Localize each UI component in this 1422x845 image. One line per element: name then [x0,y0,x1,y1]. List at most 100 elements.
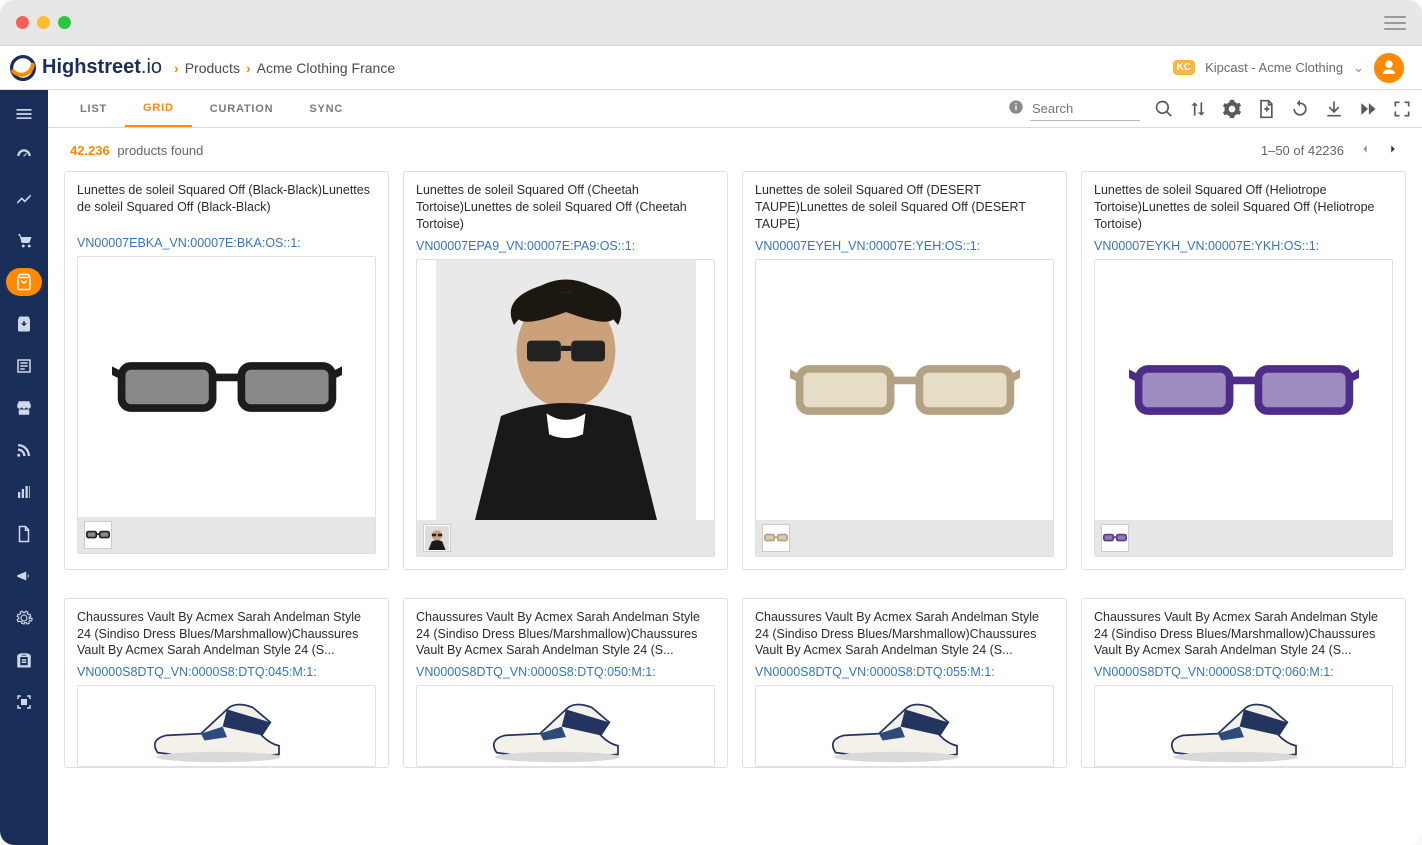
breadcrumb-products[interactable]: Products [185,60,240,76]
breadcrumb: › Products › Acme Clothing France [174,60,395,76]
tab-bar: LIST GRID CURATION SYNC [48,90,1422,128]
thumbnail-strip [417,520,714,556]
product-title: Lunettes de soleil Squared Off (Heliotro… [1094,182,1393,233]
download-icon[interactable] [1324,99,1344,119]
org-badge: KC [1173,60,1195,75]
product-image[interactable] [78,257,375,517]
breadcrumb-current: Acme Clothing France [257,60,396,76]
chevron-down-icon[interactable]: ⌄ [1353,60,1364,76]
product-title: Lunettes de soleil Squared Off (Cheetah … [416,182,715,233]
app-window: Highstreet.io › Products › Acme Clothing… [0,0,1422,845]
thumbnail[interactable] [84,521,112,549]
product-title: Chaussures Vault By Acmex Sarah Andelman… [77,609,376,660]
sidebar-item-returns[interactable] [10,310,38,338]
sidebar-item-campaigns[interactable] [10,562,38,590]
tab-grid[interactable]: GRID [125,90,192,127]
maximize-window-button[interactable] [58,16,71,29]
results-count: 42.236 [70,143,110,158]
sidebar-item-reports[interactable] [10,478,38,506]
note-add-icon[interactable] [1256,99,1276,119]
thumbnail-strip [78,517,375,553]
product-card[interactable]: Lunettes de soleil Squared Off (DESERT T… [742,171,1067,570]
pager: 1–50 of 42236 [1261,142,1400,159]
product-card[interactable]: Lunettes de soleil Squared Off (Heliotro… [1081,171,1406,570]
product-sku: VN00007EPA9_VN:00007E:PA9:OS::1: [416,239,715,253]
product-image-frame [755,259,1054,557]
chevron-right-icon: › [246,60,251,76]
chevron-right-icon: › [174,60,179,76]
product-image[interactable] [417,260,714,520]
product-card[interactable]: Chaussures Vault By Acmex Sarah Andelman… [1081,598,1406,769]
product-sku: VN0000S8DTQ_VN:0000S8:DTQ:045:M:1: [77,665,376,679]
next-page-button[interactable] [1386,142,1400,159]
product-grid[interactable]: Lunettes de soleil Squared Off (Black-Bl… [48,167,1422,845]
sidebar-item-articles[interactable] [10,352,38,380]
sidebar-item-analytics[interactable] [10,184,38,212]
product-card[interactable]: Chaussures Vault By Acmex Sarah Andelman… [403,598,728,769]
product-image[interactable] [756,260,1053,520]
sidebar-item-clipboard[interactable] [10,646,38,674]
product-sku: VN0000S8DTQ_VN:0000S8:DTQ:060:M:1: [1094,665,1393,679]
results-header: 42.236 products found 1–50 of 42236 [48,128,1422,167]
search-icon[interactable] [1154,99,1174,119]
sidebar-item-cart[interactable] [10,226,38,254]
traffic-lights [16,16,71,29]
product-image[interactable] [756,686,1053,766]
info-icon[interactable] [1008,99,1024,118]
minimize-window-button[interactable] [37,16,50,29]
sidebar-toggle-icon[interactable] [10,100,38,128]
thumbnail[interactable] [762,524,790,552]
product-card[interactable]: Lunettes de soleil Squared Off (Black-Bl… [64,171,389,570]
sort-icon[interactable] [1188,99,1208,119]
product-sku: VN0000S8DTQ_VN:0000S8:DTQ:055:M:1: [755,665,1054,679]
tab-list[interactable]: LIST [62,90,125,127]
product-image-frame [1094,685,1393,767]
sidebar-item-files[interactable] [10,520,38,548]
tab-curation[interactable]: CURATION [192,90,292,127]
search-input[interactable] [1030,97,1140,121]
product-title: Lunettes de soleil Squared Off (Black-Bl… [77,182,376,230]
window-chrome [0,0,1422,46]
product-sku: VN0000S8DTQ_VN:0000S8:DTQ:050:M:1: [416,665,715,679]
fast-forward-icon[interactable] [1358,99,1378,119]
prev-page-button[interactable] [1358,142,1372,159]
content: LIST GRID CURATION SYNC [48,90,1422,845]
thumbnail[interactable] [1101,524,1129,552]
tab-sync[interactable]: SYNC [291,90,361,127]
thumbnail-strip [756,520,1053,556]
sidebar-item-store[interactable] [10,394,38,422]
product-image-frame [1094,259,1393,557]
menu-icon[interactable] [1384,16,1406,30]
sidebar [0,90,48,845]
close-window-button[interactable] [16,16,29,29]
product-card[interactable]: Chaussures Vault By Acmex Sarah Andelman… [64,598,389,769]
product-card[interactable]: Chaussures Vault By Acmex Sarah Andelman… [742,598,1067,769]
product-title: Lunettes de soleil Squared Off (DESERT T… [755,182,1054,233]
sidebar-item-feed[interactable] [10,436,38,464]
refresh-icon[interactable] [1290,99,1310,119]
sidebar-item-dashboard[interactable] [10,142,38,170]
page-range: 1–50 of 42236 [1261,143,1344,158]
logo[interactable]: Highstreet.io [10,55,162,81]
product-image-frame [416,259,715,557]
product-image-frame [77,256,376,554]
product-image[interactable] [1095,686,1392,766]
org-name[interactable]: Kipcast - Acme Clothing [1205,60,1343,75]
fullscreen-icon[interactable] [1392,99,1412,119]
gear-icon[interactable] [1222,99,1242,119]
product-image[interactable] [417,686,714,766]
sidebar-item-settings[interactable] [10,604,38,632]
avatar[interactable] [1374,53,1404,83]
product-image[interactable] [78,686,375,766]
logo-mark-icon [10,55,36,81]
product-card[interactable]: Lunettes de soleil Squared Off (Cheetah … [403,171,728,570]
logo-text: Highstreet.io [42,56,162,79]
product-sku: VN00007EBKA_VN:00007E:BKA:OS::1: [77,236,376,250]
product-image[interactable] [1095,260,1392,520]
sidebar-item-products[interactable] [6,268,42,296]
results-label: products found [117,143,203,158]
product-image-frame [416,685,715,767]
thumbnail[interactable] [423,524,451,552]
sidebar-item-scan[interactable] [10,688,38,716]
product-title: Chaussures Vault By Acmex Sarah Andelman… [755,609,1054,660]
